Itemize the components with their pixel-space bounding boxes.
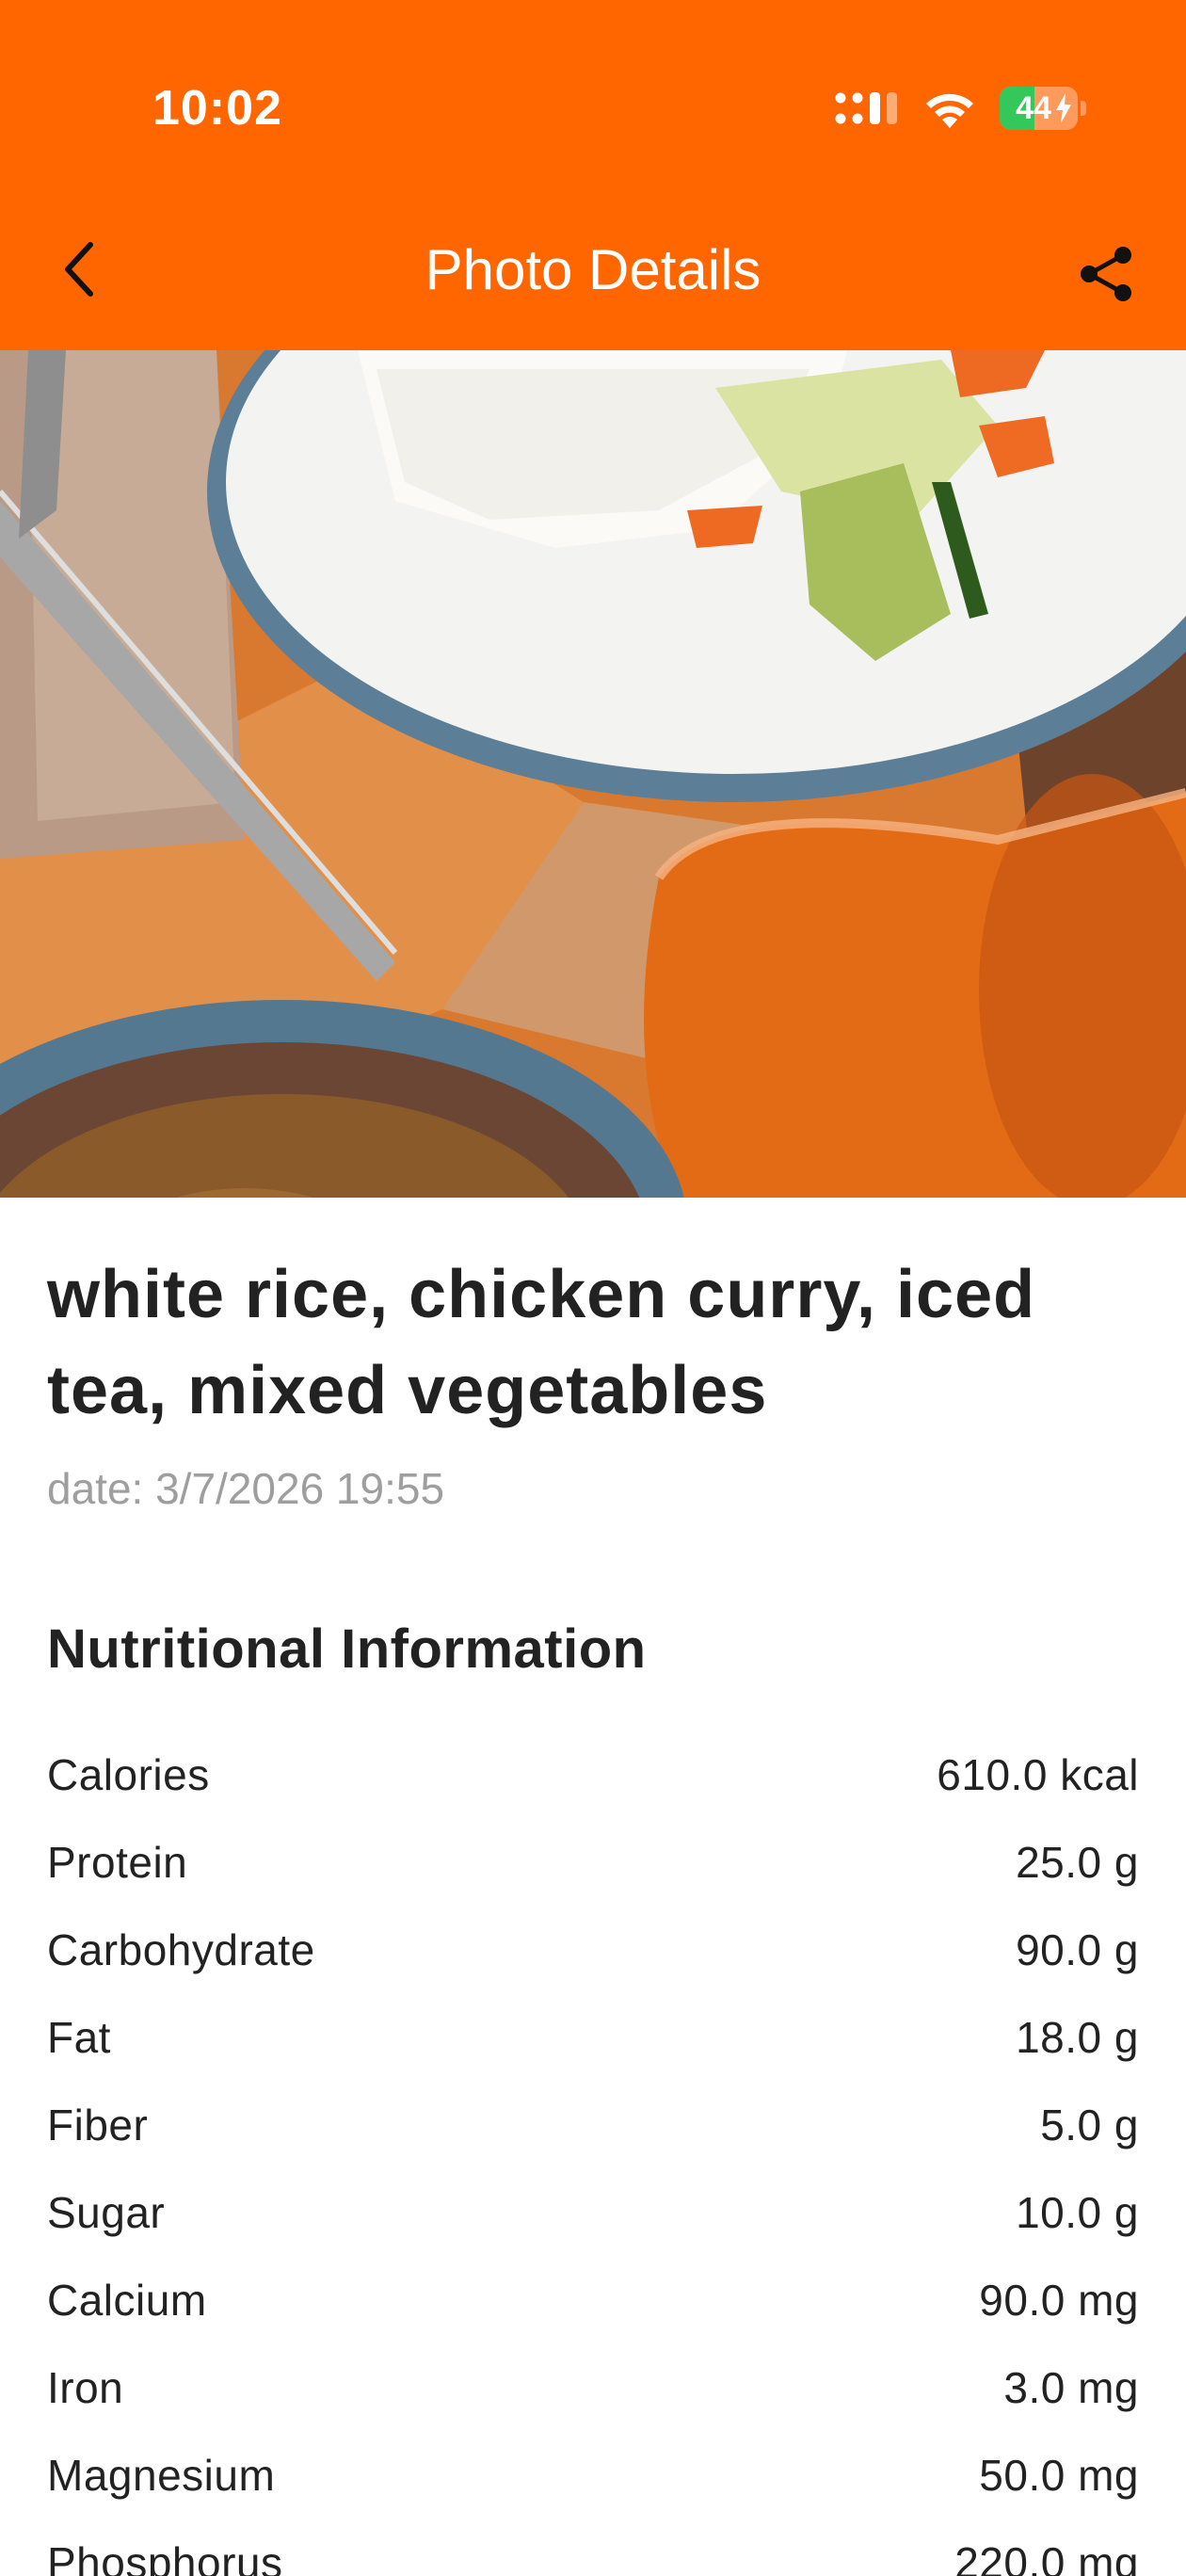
nutrition-row-fiber: Fiber 5.0 g — [47, 2081, 1139, 2168]
battery-cap — [1081, 101, 1086, 116]
nutrient-value: 3.0 mg — [1003, 2362, 1139, 2412]
nutrient-name: Sugar — [47, 2187, 166, 2237]
share-icon — [1081, 247, 1131, 301]
nutrient-name: Phosphorus — [47, 2537, 283, 2576]
nutrient-value: 50.0 mg — [979, 2450, 1139, 2500]
nutrition-row-calcium: Calcium 90.0 mg — [47, 2256, 1139, 2343]
wifi-icon — [926, 93, 973, 128]
nutrient-value: 220.0 mg — [954, 2537, 1139, 2576]
food-photo — [0, 350, 1186, 1198]
nutrient-name: Magnesium — [47, 2450, 276, 2500]
nutrition-row-iron: Iron 3.0 mg — [47, 2343, 1139, 2431]
nutrition-row-sugar: Sugar 10.0 g — [47, 2168, 1139, 2256]
nutrient-value: 18.0 g — [1016, 2012, 1139, 2062]
status-time: 10:02 — [152, 81, 282, 136]
nutrient-value: 10.0 g — [1016, 2187, 1139, 2237]
share-button[interactable] — [1066, 233, 1146, 314]
battery-body: 44 — [1000, 87, 1079, 130]
nutrient-value: 90.0 g — [1016, 1924, 1139, 1974]
nutrient-value: 90.0 mg — [979, 2275, 1139, 2325]
nutrient-name: Iron — [47, 2362, 124, 2412]
nutrient-value: 25.0 g — [1016, 1837, 1139, 1887]
bolt-icon — [1056, 93, 1072, 123]
nutrition-row-carbohydrate: Carbohydrate 90.0 g — [47, 1906, 1139, 1993]
nutrition-row-magnesium: Magnesium 50.0 mg — [47, 2431, 1139, 2519]
nutrient-name: Fiber — [47, 2100, 149, 2149]
nutrient-name: Protein — [47, 1837, 188, 1887]
nutrition-row-protein: Protein 25.0 g — [47, 1818, 1139, 1906]
nutrient-name: Fat — [47, 2012, 111, 2062]
nutrition-heading: Nutritional Information — [47, 1618, 647, 1680]
page-title: Photo Details — [425, 238, 761, 301]
nutrition-row-fat: Fat 18.0 g — [47, 1993, 1139, 2081]
nutrition-row-calories: Calories 610.0 kcal — [47, 1731, 1139, 1818]
nutrient-value: 5.0 g — [1040, 2100, 1139, 2149]
nutrient-name: Calories — [47, 1749, 210, 1799]
signal-icon — [835, 92, 897, 124]
nutrient-value: 610.0 kcal — [937, 1749, 1139, 1799]
back-button[interactable] — [45, 222, 113, 316]
nutrient-name: Calcium — [47, 2275, 207, 2325]
photo-details-screen: 10:02 44 Photo Details white rice, chick… — [0, 0, 1186, 2576]
app-header: 10:02 44 Photo Details — [0, 0, 1186, 350]
meal-title: white rice, chicken curry, iced tea, mix… — [47, 1257, 1036, 1428]
status-icons: 44 — [834, 83, 1086, 134]
meal-date: date: 3/7/2026 19:55 — [47, 1464, 445, 1513]
battery-icon: 44 — [1000, 87, 1086, 130]
nutrition-list: Calories 610.0 kcal Protein 25.0 g Carbo… — [47, 1731, 1139, 2576]
nutrition-row-phosphorus: Phosphorus 220.0 mg — [47, 2519, 1139, 2576]
nutrient-name: Carbohydrate — [47, 1924, 315, 1974]
chevron-left-icon — [65, 242, 93, 297]
